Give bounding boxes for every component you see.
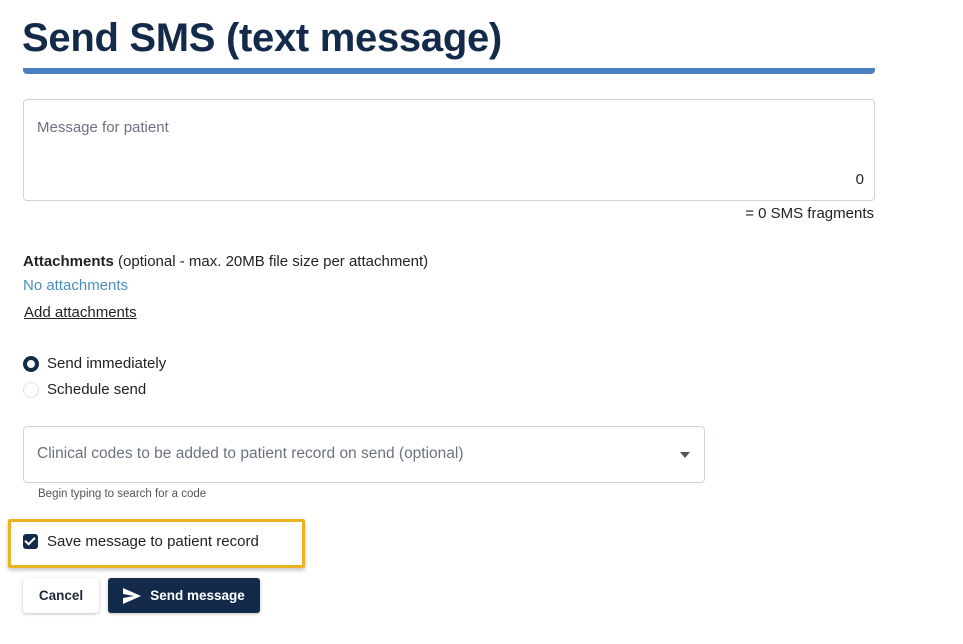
chevron-down-icon[interactable] (680, 452, 690, 458)
save-to-record-label: Save message to patient record (47, 533, 259, 550)
clinical-codes-placeholder: Clinical codes to be added to patient re… (37, 445, 464, 462)
check-icon[interactable] (23, 534, 38, 549)
save-to-record-checkbox[interactable]: Save message to patient record (23, 533, 259, 550)
message-textarea[interactable]: Message for patient 0 (23, 99, 875, 201)
send-message-button[interactable]: Send message (108, 578, 260, 613)
page-title: Send SMS (text message) (22, 16, 502, 60)
no-attachments-text: No attachments (23, 277, 129, 294)
radio-button-checked[interactable] (23, 355, 39, 372)
attachments-heading: Attachments (optional - max. 20MB file s… (23, 253, 428, 270)
radio-button-unchecked[interactable] (23, 381, 39, 398)
clinical-codes-hint: Begin typing to search for a code (38, 488, 207, 500)
radio-schedule-send[interactable]: Schedule send (23, 381, 146, 398)
title-underline (23, 68, 875, 74)
send-message-label: Send message (150, 588, 245, 603)
clinical-codes-select[interactable]: Clinical codes to be added to patient re… (23, 426, 705, 483)
radio-send-immediately[interactable]: Send immediately (23, 355, 166, 372)
message-placeholder: Message for patient (37, 119, 169, 136)
schedule-send-label: Schedule send (47, 381, 147, 398)
send-immediately-label: Send immediately (47, 355, 167, 372)
cancel-button[interactable]: Cancel (23, 578, 99, 613)
sms-fragments-count: = 0 SMS fragments (745, 205, 874, 222)
add-attachments-link[interactable]: Add attachments (24, 304, 137, 321)
attachments-note: (optional - max. 20MB file size per atta… (113, 253, 429, 270)
attachments-label: Attachments (23, 253, 114, 270)
cancel-button-label: Cancel (38, 588, 84, 603)
send-icon (123, 587, 142, 604)
character-count: 0 (855, 171, 864, 188)
